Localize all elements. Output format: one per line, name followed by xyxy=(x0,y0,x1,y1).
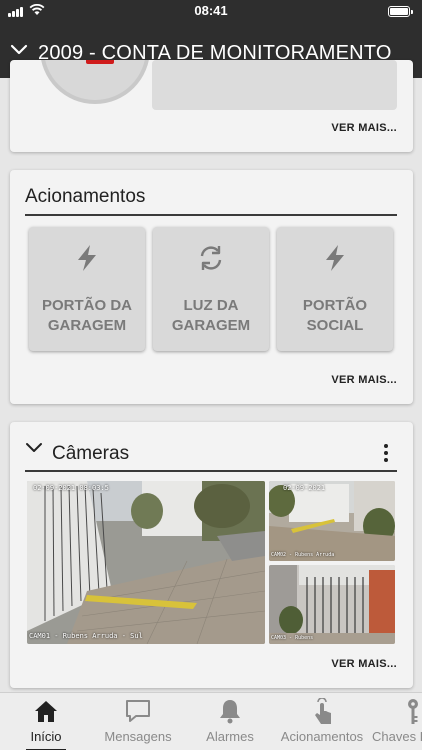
action-button-label: LUZ DA xyxy=(183,297,239,314)
actions-title-divider xyxy=(25,214,397,216)
chevron-down-icon[interactable] xyxy=(25,442,43,454)
action-button-portao-social[interactable]: PORTÃO SOCIAL xyxy=(277,227,393,351)
cameras-see-more-link[interactable]: VER MAIS... xyxy=(331,658,397,670)
key-icon xyxy=(408,699,418,724)
home-icon xyxy=(35,701,57,722)
camera-caption: CAM03 - Rubens xyxy=(271,635,314,641)
camera-feed-main[interactable]: 02-09-2021 08:03:5 CAM01 - Rubens Arruda… xyxy=(27,481,265,644)
actions-card-title: Acionamentos xyxy=(25,186,146,207)
tap-icon xyxy=(315,698,331,724)
battery-icon xyxy=(388,6,413,17)
cameras-card: Câmeras 02-09-2021 08:03:5 CAM01 - Ruben… xyxy=(10,422,413,688)
sync-icon xyxy=(200,246,222,270)
summary-info-box xyxy=(152,60,397,110)
summary-see-more-link[interactable]: VER MAIS... xyxy=(331,122,397,134)
tab-label: Início xyxy=(30,729,62,744)
action-button-label: GARAGEM xyxy=(47,317,127,334)
bolt-icon xyxy=(326,245,344,271)
camera-feed-3[interactable]: CAM03 - Rubens xyxy=(269,565,395,644)
bolt-icon xyxy=(78,245,96,271)
tab-acionamentos[interactable]: Acionamentos xyxy=(276,693,368,750)
tab-label: Alarmes xyxy=(206,729,254,744)
summary-card: VER MAIS... xyxy=(10,60,413,152)
actions-card: Acionamentos PORTÃO DA GARAGEM LUZ DA GA… xyxy=(10,170,413,404)
tab-label: Acionamentos xyxy=(280,729,364,744)
action-button-label: SOCIAL xyxy=(306,317,364,334)
chat-icon xyxy=(126,700,150,722)
cameras-title-divider xyxy=(25,470,397,472)
status-indicator xyxy=(40,60,150,104)
bell-icon xyxy=(220,700,240,724)
actions-see-more-link[interactable]: VER MAIS... xyxy=(331,374,397,386)
action-button-label: GARAGEM xyxy=(171,317,251,334)
tab-inicio[interactable]: Início xyxy=(0,693,92,750)
action-button-portao-garagem[interactable]: PORTÃO DA GARAGEM xyxy=(29,227,145,351)
camera-timestamp: 02-09-2021 08:03:5 xyxy=(33,484,109,492)
camera-feed-2[interactable]: 02-09-2021 CAM02 - Rubens Arruda xyxy=(269,481,395,561)
cameras-card-title: Câmeras xyxy=(52,443,130,464)
camera-timestamp: 02-09-2021 xyxy=(283,484,326,492)
action-button-label: PORTÃO xyxy=(302,297,368,314)
bottom-tab-bar: Início Mensagens Alarmes Acionamentos Ch… xyxy=(0,692,422,750)
status-time: 08:41 xyxy=(194,3,228,18)
status-bar: 08:41 xyxy=(0,0,422,22)
tab-label: Mensagens xyxy=(104,729,172,744)
tab-alarmes[interactable]: Alarmes xyxy=(184,693,276,750)
camera-caption: CAM02 - Rubens Arruda xyxy=(271,552,335,558)
camera-snapshot-image xyxy=(269,481,395,561)
action-button-label: PORTÃO DA xyxy=(42,297,132,314)
more-options-icon[interactable] xyxy=(383,444,389,462)
tab-chaves[interactable]: Chaves D xyxy=(368,693,422,750)
chevron-down-icon[interactable] xyxy=(10,44,28,56)
tab-label: Chaves D xyxy=(372,729,422,744)
camera-snapshot-image xyxy=(27,481,265,644)
camera-snapshot-image xyxy=(269,565,395,644)
camera-caption: CAM01 - Rubens Arruda - Sul xyxy=(29,632,143,640)
action-button-luz-garagem[interactable]: LUZ DA GARAGEM xyxy=(153,227,269,351)
tab-mensagens[interactable]: Mensagens xyxy=(92,693,184,750)
alarm-status-light xyxy=(86,60,114,64)
